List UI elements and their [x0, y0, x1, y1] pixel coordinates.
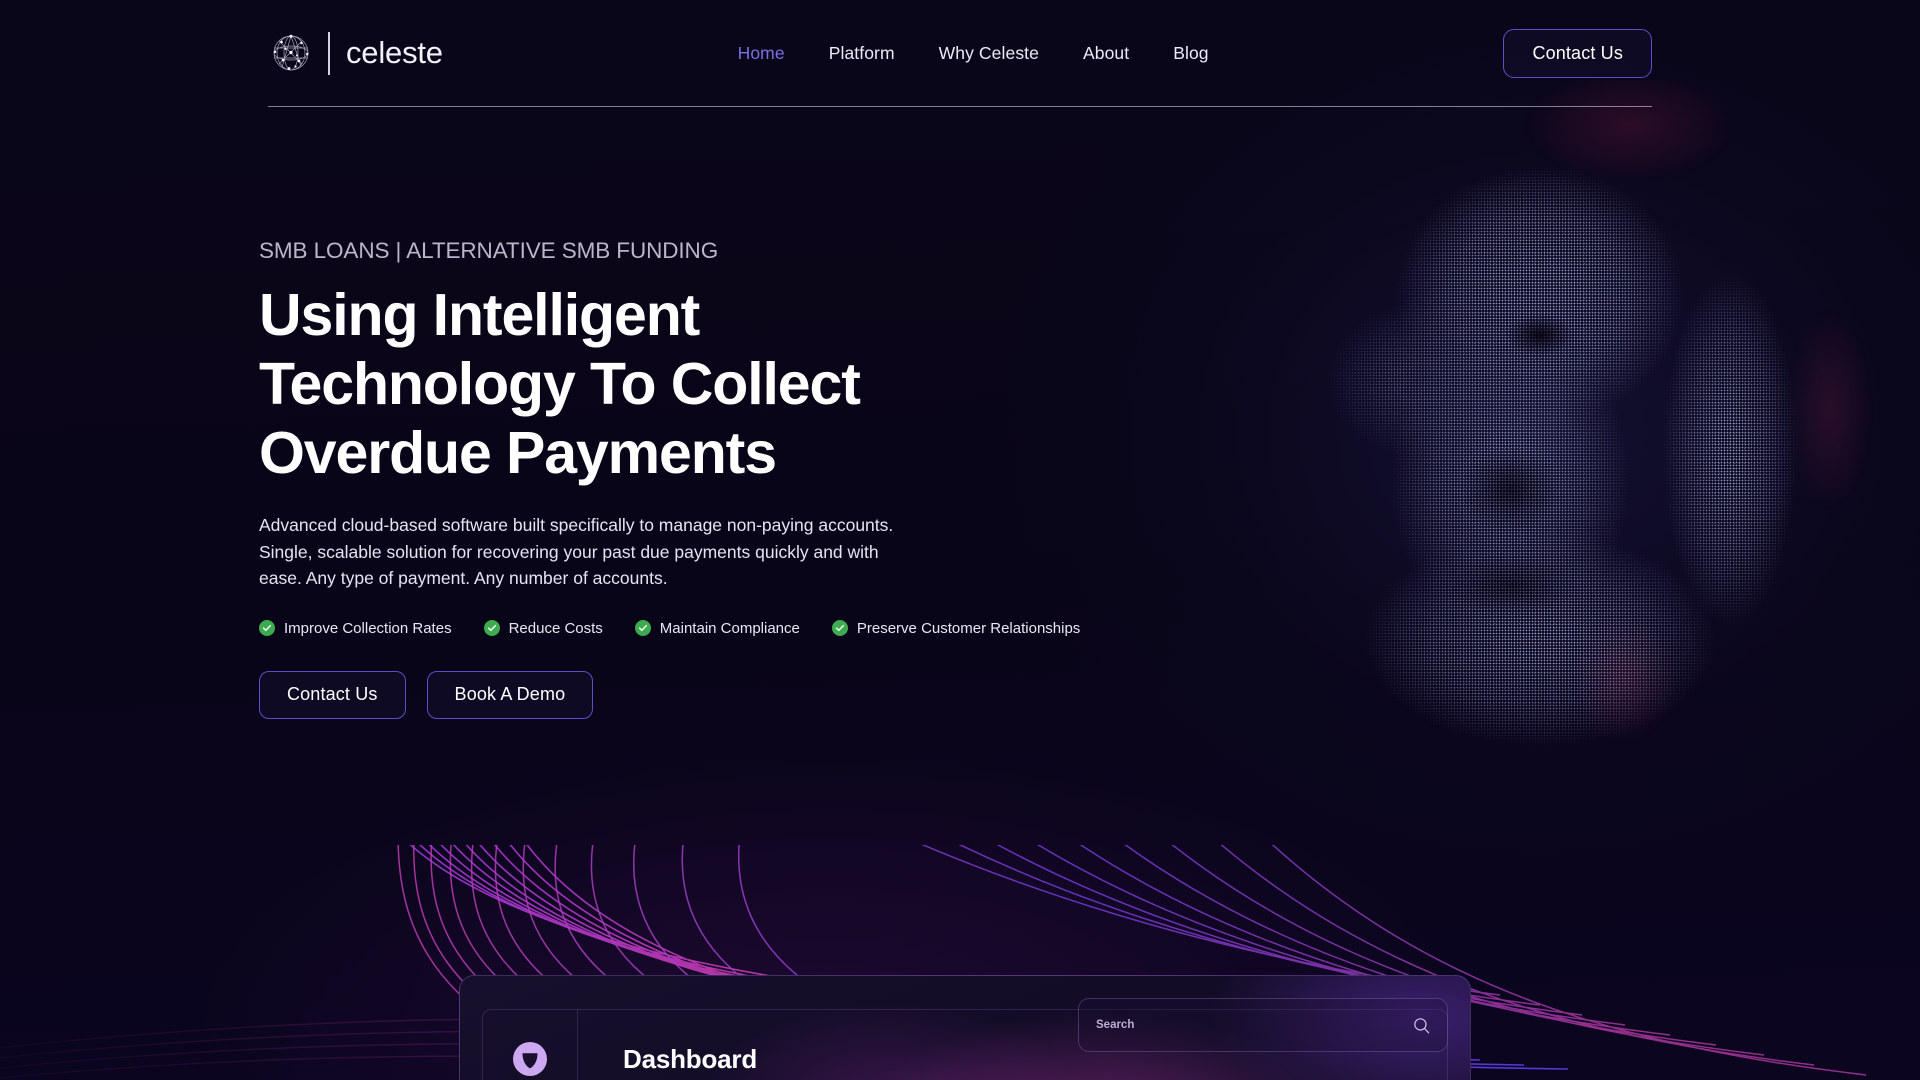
- dashboard-preview: Dashboard Search: [459, 975, 1471, 1080]
- feature-item: Preserve Customer Relationships: [831, 619, 1081, 637]
- header-contact-us-button[interactable]: Contact Us: [1503, 28, 1652, 78]
- hero-cta-row: Contact Us Book A Demo: [259, 670, 1219, 719]
- feature-label: Preserve Customer Relationships: [856, 619, 1081, 637]
- header-divider: [268, 106, 1652, 107]
- network-sphere-icon: [268, 30, 314, 76]
- search-icon[interactable]: [1413, 1017, 1430, 1034]
- hero-contact-us-button[interactable]: Contact Us: [259, 670, 406, 719]
- hero-eyebrow: SMB LOANS | ALTERNATIVE SMB FUNDING: [259, 238, 719, 263]
- dashboard-search-input[interactable]: Search: [1078, 998, 1448, 1052]
- feature-item: Maintain Compliance: [634, 619, 800, 637]
- hero-headline-line-1: Using Intelligent: [259, 282, 700, 348]
- hero-headline-line-2: Technology To Collect: [259, 351, 861, 417]
- check-circle-icon: [259, 620, 275, 636]
- feature-label: Maintain Compliance: [659, 619, 800, 637]
- feature-item: Reduce Costs: [483, 619, 603, 637]
- check-circle-icon: [634, 620, 651, 636]
- site-header: celeste Home Platform Why Celeste About …: [268, 0, 1652, 107]
- nav-item-home[interactable]: Home: [716, 35, 807, 72]
- hero-book-a-demo-button[interactable]: Book A Demo: [426, 670, 594, 719]
- hero-description: Advanced cloud-based software built spec…: [259, 512, 959, 592]
- feature-item: Improve Collection Rates: [259, 620, 452, 637]
- feature-label: Improve Collection Rates: [284, 619, 452, 637]
- check-circle-icon: [483, 620, 500, 636]
- hero-description-line-1: Advanced cloud-based software built spec…: [259, 515, 894, 535]
- page-root: celeste Home Platform Why Celeste About …: [0, 0, 1920, 1080]
- nav-item-blog[interactable]: Blog: [1151, 35, 1230, 72]
- hero-description-line-3: ease. Any type of payment. Any number of…: [259, 568, 668, 588]
- nav-item-about[interactable]: About: [1061, 35, 1151, 72]
- check-circle-icon: [831, 620, 848, 636]
- nav-item-why-celeste[interactable]: Why Celeste: [917, 35, 1061, 72]
- hero-headline-line-3: Overdue Payments: [259, 420, 777, 486]
- nav-item-platform[interactable]: Platform: [807, 35, 917, 72]
- hero-feature-list: Improve Collection Rates Reduce Costs Ma…: [259, 620, 1219, 637]
- brand-name: celeste: [346, 35, 443, 70]
- dashboard-title: Dashboard: [623, 1043, 758, 1074]
- hero-headline: Using Intelligent Technology To Collect …: [259, 281, 1219, 488]
- hero-description-line-2: Single, scalable solution for recovering…: [259, 541, 879, 562]
- dashboard-logo-cell: [482, 1009, 578, 1080]
- brand-divider: [328, 31, 330, 75]
- feature-label: Reduce Costs: [508, 619, 603, 637]
- main-nav: Home Platform Why Celeste About Blog: [716, 35, 1231, 72]
- dashboard-search-placeholder: Search: [1096, 1019, 1135, 1031]
- brand-logo[interactable]: celeste: [268, 30, 443, 76]
- particle-portrait-thinking-face-icon: [1210, 80, 1900, 760]
- shield-triangle-icon: [512, 1041, 548, 1077]
- hero-section: SMB LOANS | ALTERNATIVE SMB FUNDING Usin…: [259, 238, 1219, 719]
